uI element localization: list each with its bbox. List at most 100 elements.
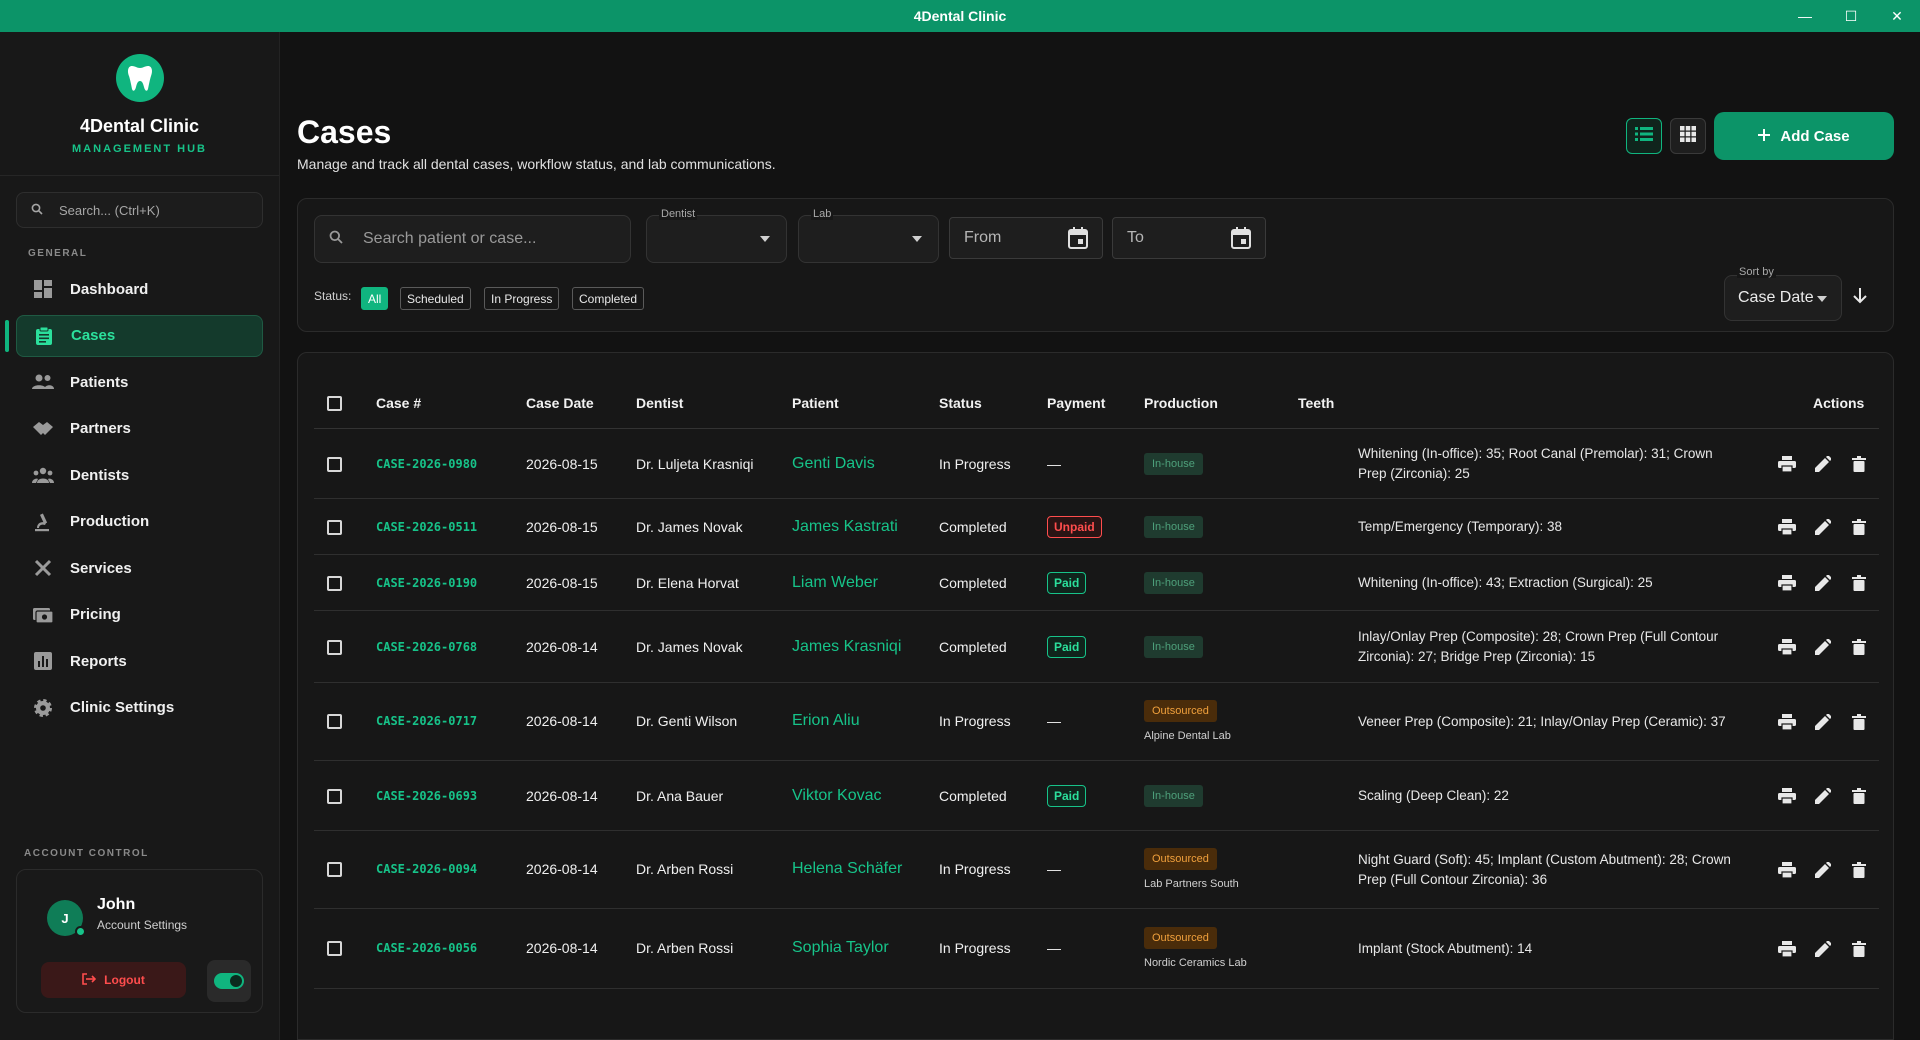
dentist-select[interactable]: Dentist xyxy=(646,208,787,263)
patient-link[interactable]: Viktor Kovac xyxy=(792,787,882,805)
row-checkbox[interactable] xyxy=(327,640,342,655)
patient-link[interactable]: James Kastrati xyxy=(792,518,898,536)
case-id-link[interactable]: CASE-2026-0056 xyxy=(376,941,477,955)
table-row[interactable]: CASE-2026-0717 2026-08-14 Dr. Genti Wils… xyxy=(314,683,1879,761)
sort-direction-arrow-down-icon[interactable] xyxy=(1853,288,1867,309)
case-id-link[interactable]: CASE-2026-0511 xyxy=(376,520,477,534)
patient-link[interactable]: Erion Aliu xyxy=(792,712,860,730)
add-case-button[interactable]: Add Case xyxy=(1714,112,1894,160)
delete-icon[interactable] xyxy=(1848,572,1870,594)
print-icon[interactable] xyxy=(1776,572,1798,594)
column-header-case[interactable]: Case # xyxy=(376,395,421,411)
edit-icon[interactable] xyxy=(1812,938,1834,960)
print-icon[interactable] xyxy=(1776,785,1798,807)
minimize-icon[interactable]: — xyxy=(1782,0,1828,32)
edit-icon[interactable] xyxy=(1812,785,1834,807)
print-icon[interactable] xyxy=(1776,453,1798,475)
edit-icon[interactable] xyxy=(1812,516,1834,538)
row-checkbox[interactable] xyxy=(327,520,342,535)
patient-link[interactable]: James Krasniqi xyxy=(792,638,901,656)
case-id-link[interactable]: CASE-2026-0190 xyxy=(376,576,477,590)
sidebar-item-cases[interactable]: Cases xyxy=(5,314,263,357)
status-chip-completed[interactable]: Completed xyxy=(572,287,645,310)
table-row[interactable]: CASE-2026-0693 2026-08-14 Dr. Ana Bauer … xyxy=(314,761,1879,831)
patient-link[interactable]: Liam Weber xyxy=(792,574,878,592)
account-settings-link[interactable]: Account Settings xyxy=(97,918,187,932)
sidebar-item-production[interactable]: Production xyxy=(16,501,263,543)
table-row[interactable]: CASE-2026-0094 2026-08-14 Dr. Arben Ross… xyxy=(314,831,1879,909)
row-checkbox[interactable] xyxy=(327,714,342,729)
column-header-patient[interactable]: Patient xyxy=(792,395,839,411)
list-view-button[interactable] xyxy=(1626,118,1662,154)
table-row[interactable]: CASE-2026-0190 2026-08-15 Dr. Elena Horv… xyxy=(314,555,1879,611)
sidebar-item-partners[interactable]: Partners xyxy=(16,408,263,450)
case-id-link[interactable]: CASE-2026-0768 xyxy=(376,640,477,654)
patient-link[interactable]: Helena Schäfer xyxy=(792,860,902,878)
print-icon[interactable] xyxy=(1776,711,1798,733)
theme-toggle[interactable] xyxy=(207,960,251,1002)
row-checkbox[interactable] xyxy=(327,789,342,804)
table-row[interactable]: CASE-2026-0056 2026-08-14 Dr. Arben Ross… xyxy=(314,909,1879,989)
edit-icon[interactable] xyxy=(1812,859,1834,881)
delete-icon[interactable] xyxy=(1848,636,1870,658)
table-row[interactable]: CASE-2026-0980 2026-08-15 Dr. Luljeta Kr… xyxy=(314,429,1879,499)
row-checkbox[interactable] xyxy=(327,457,342,472)
sidebar-item-clinic-settings[interactable]: Clinic Settings xyxy=(16,687,263,729)
sidebar-item-reports[interactable]: Reports xyxy=(16,640,263,682)
case-id-link[interactable]: CASE-2026-0693 xyxy=(376,789,477,803)
logout-button[interactable]: Logout xyxy=(41,962,186,998)
delete-icon[interactable] xyxy=(1848,453,1870,475)
row-checkbox[interactable] xyxy=(327,941,342,956)
sort-by-select[interactable]: Sort by Case Date xyxy=(1724,266,1842,321)
print-icon[interactable] xyxy=(1776,636,1798,658)
column-header-status[interactable]: Status xyxy=(939,395,982,411)
calendar-icon[interactable] xyxy=(1068,227,1088,254)
edit-icon[interactable] xyxy=(1812,711,1834,733)
edit-icon[interactable] xyxy=(1812,453,1834,475)
row-checkbox[interactable] xyxy=(327,862,342,877)
select-all-checkbox[interactable] xyxy=(327,396,342,411)
table-row[interactable]: CASE-2026-0768 2026-08-14 Dr. James Nova… xyxy=(314,611,1879,683)
delete-icon[interactable] xyxy=(1848,938,1870,960)
sidebar-item-dashboard[interactable]: Dashboard xyxy=(16,268,263,310)
nav-section-label: GENERAL xyxy=(28,248,88,259)
calendar-icon[interactable] xyxy=(1231,227,1251,254)
case-id-link[interactable]: CASE-2026-0980 xyxy=(376,457,477,471)
table-row[interactable]: CASE-2026-0511 2026-08-15 Dr. James Nova… xyxy=(314,499,1879,555)
sidebar-item-pricing[interactable]: Pricing xyxy=(16,594,263,636)
patient-link[interactable]: Genti Davis xyxy=(792,455,875,473)
status-chip-all[interactable]: All xyxy=(361,287,389,310)
to-date-input[interactable]: To xyxy=(1112,217,1266,259)
sidebar-item-services[interactable]: Services xyxy=(16,547,263,589)
status-chip-in-progress[interactable]: In Progress xyxy=(484,287,560,310)
sidebar-item-dentists[interactable]: Dentists xyxy=(16,454,263,496)
row-checkbox[interactable] xyxy=(327,576,342,591)
column-header-production[interactable]: Production xyxy=(1144,395,1218,411)
patient-link[interactable]: Sophia Taylor xyxy=(792,939,889,957)
status-chip-scheduled[interactable]: Scheduled xyxy=(400,287,471,310)
from-date-input[interactable]: From xyxy=(949,217,1103,259)
close-icon[interactable]: ✕ xyxy=(1874,0,1920,32)
teeth-summary: Whitening (In-office): 43; Extraction (S… xyxy=(1358,575,1653,590)
case-search-input[interactable]: Search patient or case... xyxy=(314,215,631,263)
print-icon[interactable] xyxy=(1776,859,1798,881)
sidebar-search-input[interactable]: Search... (Ctrl+K) xyxy=(16,192,263,228)
grid-view-button[interactable] xyxy=(1670,118,1706,154)
print-icon[interactable] xyxy=(1776,938,1798,960)
edit-icon[interactable] xyxy=(1812,572,1834,594)
edit-icon[interactable] xyxy=(1812,636,1834,658)
lab-select[interactable]: Lab xyxy=(798,208,939,263)
delete-icon[interactable] xyxy=(1848,711,1870,733)
sidebar-item-patients[interactable]: Patients xyxy=(16,361,263,403)
column-header-teeth[interactable]: Teeth xyxy=(1298,395,1334,411)
print-icon[interactable] xyxy=(1776,516,1798,538)
delete-icon[interactable] xyxy=(1848,785,1870,807)
maximize-icon[interactable]: ☐ xyxy=(1828,0,1874,32)
delete-icon[interactable] xyxy=(1848,516,1870,538)
delete-icon[interactable] xyxy=(1848,859,1870,881)
case-id-link[interactable]: CASE-2026-0717 xyxy=(376,714,477,728)
column-header-case-date[interactable]: Case Date xyxy=(526,395,594,411)
column-header-dentist[interactable]: Dentist xyxy=(636,395,683,411)
column-header-payment[interactable]: Payment xyxy=(1047,395,1105,411)
case-id-link[interactable]: CASE-2026-0094 xyxy=(376,862,477,876)
